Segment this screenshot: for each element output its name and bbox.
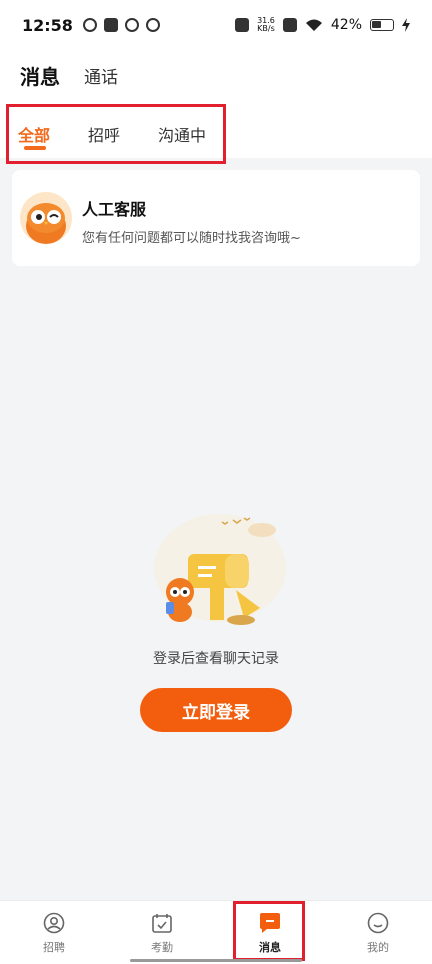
bottom-nav: 招聘 考勤 消息 我的 (0, 900, 432, 964)
battery-percent: 42% (330, 17, 362, 33)
sim-icon (282, 18, 297, 32)
status-time: 12:58 (22, 15, 73, 35)
mail-icon (103, 18, 118, 32)
notification-icons (82, 18, 160, 32)
calendar-check-icon (152, 914, 172, 933)
app-icon (124, 18, 139, 32)
tab-messages[interactable]: 消息 (20, 61, 60, 90)
login-now-button[interactable]: 立即登录 (140, 688, 292, 732)
page-header: 消息 通话 (0, 50, 432, 100)
net-speed: 31.6 KB/s (257, 17, 275, 33)
sync-icon (82, 18, 97, 32)
service-title: 人工客服 (82, 200, 147, 219)
link-icon (145, 18, 160, 32)
nav-label-mine: 我的 (367, 941, 389, 954)
tab-calls[interactable]: 通话 (84, 63, 118, 88)
status-bar: 12:58 31.6 KB/s 42% (0, 0, 432, 50)
service-subtitle: 您有任何问题都可以随时找我咨询哦~ (82, 231, 301, 246)
owl-mascot-icon (26, 203, 66, 244)
nav-item-mine[interactable]: 我的 (324, 901, 432, 964)
nav-item-attendance[interactable]: 考勤 (108, 901, 216, 964)
customer-service-card[interactable]: 人工客服 您有任何问题都可以随时找我咨询哦~ (12, 170, 420, 266)
empty-mailbox-illustration (154, 514, 286, 625)
nav-item-recruit[interactable]: 招聘 (0, 901, 108, 964)
smiley-icon (367, 912, 389, 934)
home-indicator[interactable] (130, 959, 302, 962)
wifi-icon (305, 19, 322, 31)
charging-icon (402, 18, 410, 32)
vibrate-icon (235, 18, 250, 32)
nav-messages-highlight-box (233, 901, 305, 961)
nav-label-attendance: 考勤 (151, 941, 173, 954)
battery-icon (370, 19, 394, 31)
person-icon (43, 912, 65, 934)
subtabs-highlight-box (6, 104, 226, 164)
nav-label-recruit: 招聘 (43, 941, 65, 954)
empty-state-message: 登录后查看聊天记录 (153, 651, 279, 667)
owl-avatar (20, 192, 72, 244)
net-speed-unit: KB/s (257, 24, 275, 33)
